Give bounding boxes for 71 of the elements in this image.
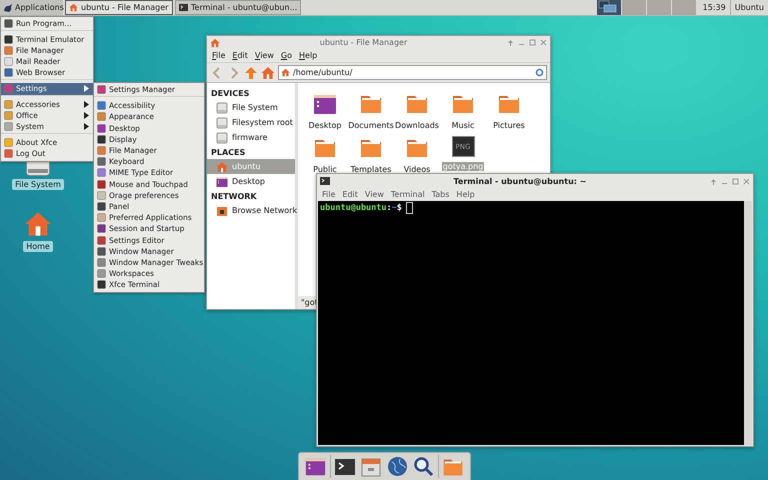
- home-icon: [69, 3, 78, 12]
- desktop-icon-label[interactable]: Home: [23, 241, 53, 252]
- menu-bar-item[interactable]: Edit: [342, 190, 358, 199]
- file-label[interactable]: Music: [450, 121, 476, 130]
- sidebar-heading: DEVICES: [210, 88, 250, 100]
- window-title: Terminal - ubuntu@ubuntu: ~: [452, 176, 588, 186]
- home-icon: [281, 68, 290, 77]
- window-title: ubuntu - File Manager: [318, 38, 408, 47]
- file-label[interactable]: Documents: [347, 121, 395, 130]
- workspace-button[interactable]: [596, 0, 621, 15]
- search-icon: [412, 456, 434, 477]
- desktop-icon: [216, 176, 228, 188]
- close-icon: [540, 39, 547, 46]
- terminal-icon: [335, 456, 355, 476]
- file-label[interactable]: Videos: [402, 165, 432, 174]
- raise-icon: [710, 178, 717, 184]
- menu-bar-item[interactable]: Terminal: [390, 190, 425, 199]
- taskbar-button[interactable]: Terminal - ubuntu@ubun...: [175, 0, 302, 15]
- terminal-icon: [179, 3, 188, 12]
- home-icon: [210, 38, 220, 48]
- network-icon: [216, 204, 228, 216]
- terminal-icon: [320, 176, 330, 186]
- desktop-icon: [313, 92, 337, 116]
- maximize-icon: [732, 178, 739, 184]
- menu-bar-item[interactable]: Go: [280, 51, 292, 60]
- desktop-icon-label[interactable]: File System: [12, 179, 64, 190]
- terminal-prompt: ubuntu@ubuntu:~$: [320, 202, 413, 214]
- file-label[interactable]: Public: [312, 165, 338, 174]
- drive-icon: [216, 132, 228, 144]
- desktop-icon: [304, 456, 326, 477]
- close-icon: [743, 178, 750, 184]
- user-name: Ubuntu: [730, 0, 768, 15]
- taskbar-button[interactable]: ubuntu - File Manager: [65, 0, 173, 15]
- clock: 15:39: [702, 2, 727, 14]
- applications-menu-button[interactable]: Applications: [0, 0, 63, 15]
- sidebar-item[interactable]: Desktop: [207, 174, 295, 189]
- globe-icon: [386, 456, 408, 477]
- sidebar-heading: NETWORK: [210, 191, 258, 203]
- home-icon: [24, 210, 52, 238]
- sidebar-heading: PLACES: [210, 147, 246, 159]
- up-arrow-icon[interactable]: [244, 66, 258, 80]
- home-icon: [261, 66, 275, 80]
- file-label[interactable]: Downloads: [394, 121, 440, 130]
- menu-bar-item[interactable]: Help: [456, 190, 475, 199]
- file-label[interactable]: Templates: [350, 165, 392, 174]
- location-field[interactable]: /home/ubuntu/: [278, 65, 547, 80]
- sidebar-item[interactable]: File System: [207, 100, 295, 115]
- menu-bar-item[interactable]: Edit: [232, 51, 248, 60]
- submenu-arrow-icon: [84, 85, 89, 92]
- menu-bar-item[interactable]: File: [322, 190, 336, 199]
- window-thumbnails-icon: [596, 0, 617, 13]
- file-label[interactable]: Desktop: [308, 121, 342, 130]
- file-cabinet-icon: [361, 456, 381, 476]
- raise-icon: [507, 39, 514, 46]
- dock-launcher[interactable]: [412, 455, 438, 478]
- menu-bar-item[interactable]: View: [364, 190, 384, 199]
- menu-bar-item[interactable]: Tabs: [432, 190, 450, 199]
- drive-icon: [216, 116, 228, 128]
- sidebar-item[interactable]: firmware: [207, 130, 295, 145]
- menu-bar-item[interactable]: View: [254, 51, 274, 60]
- home-icon: [216, 160, 228, 172]
- file-label[interactable]: Pictures: [492, 121, 526, 130]
- drive-icon: [216, 102, 228, 114]
- sidebar-item[interactable]: Browse Network: [207, 203, 295, 218]
- menu-bar-item[interactable]: Help: [299, 51, 318, 60]
- scrollbar[interactable]: [744, 201, 752, 445]
- reload-icon[interactable]: [535, 68, 544, 77]
- text-cursor: [406, 202, 413, 214]
- sidebar-item[interactable]: Filesystem root: [207, 115, 295, 130]
- menu-bar-item[interactable]: File: [212, 51, 226, 60]
- maximize-icon: [529, 39, 536, 46]
